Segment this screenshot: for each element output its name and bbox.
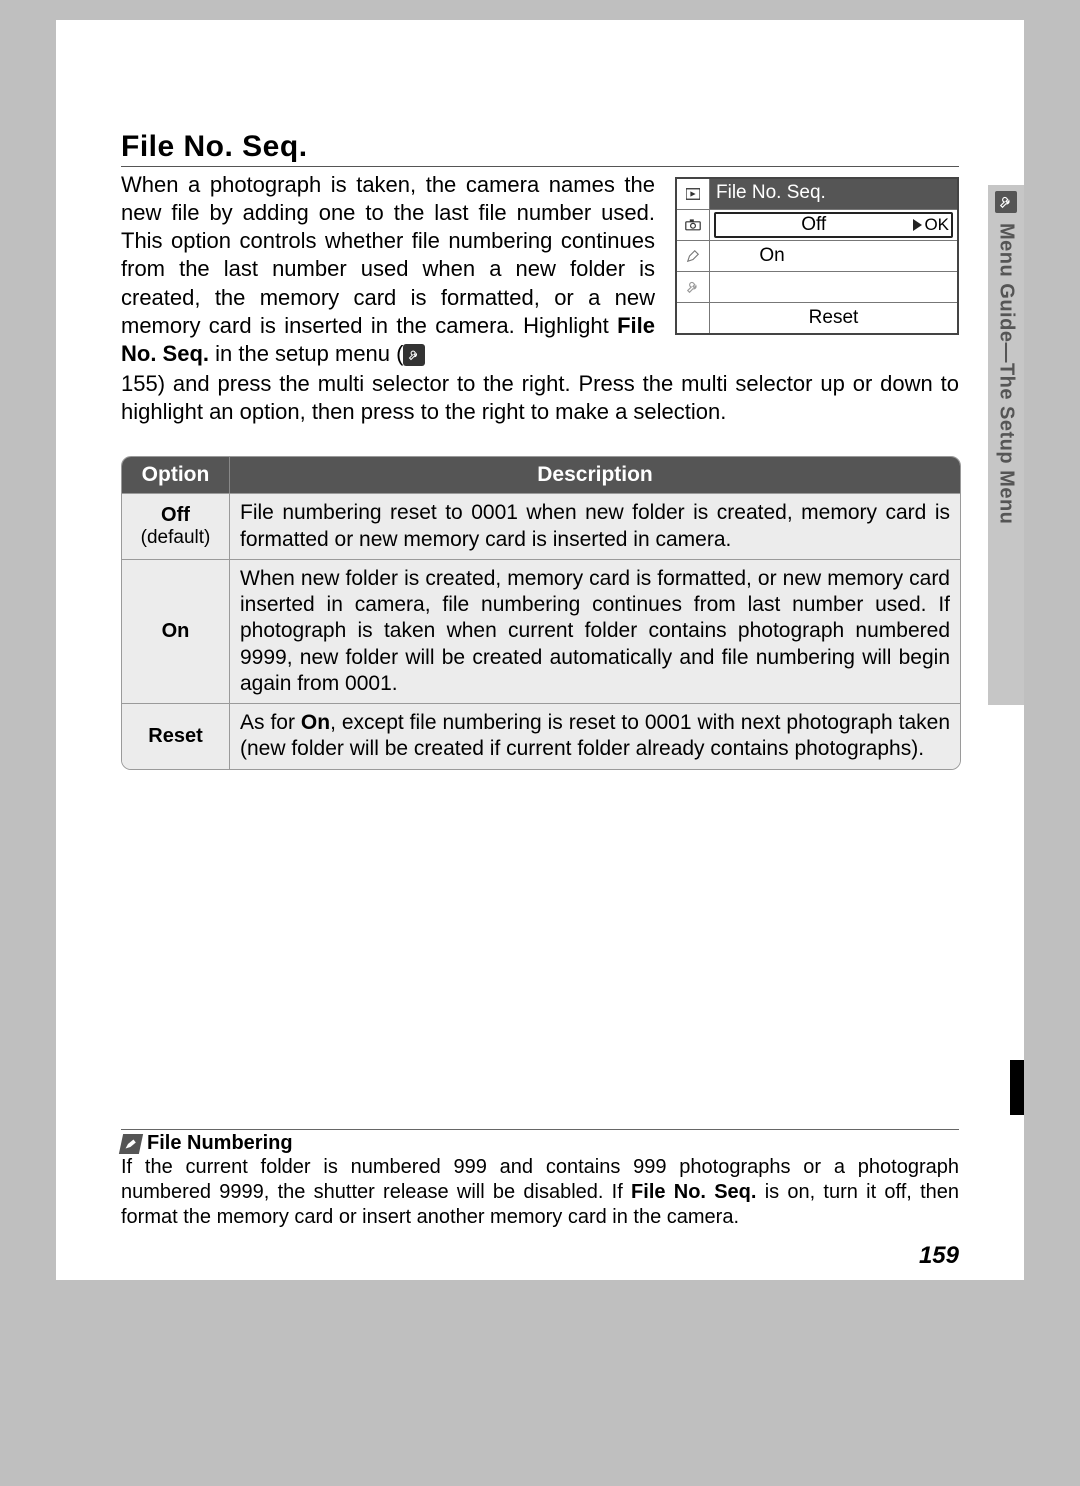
header-option: Option — [122, 457, 230, 493]
option-name: Reset — [148, 725, 202, 748]
playback-icon — [677, 179, 710, 209]
note-body: If the current folder is numbered 999 an… — [121, 1155, 959, 1230]
table-header: Option Description — [122, 457, 960, 493]
intro-paragraph: When a photograph is taken, the camera n… — [121, 171, 655, 368]
side-tab-label: Menu Guide—The Setup Menu — [995, 223, 1018, 524]
options-table: Option Description Off (default) File nu… — [121, 456, 961, 769]
triangle-right-icon — [913, 219, 922, 231]
option-desc: As for On, except file numbering is rese… — [230, 704, 960, 769]
table-row: Off (default) File numbering reset to 00… — [122, 493, 960, 559]
option-name: Off — [161, 504, 190, 527]
option-sub: (default) — [141, 527, 211, 549]
section-title: File No. Seq. — [121, 130, 959, 167]
camera-icon — [677, 210, 710, 240]
option-name: On — [162, 620, 190, 643]
lcd-ok-indicator: OK — [913, 215, 949, 235]
lcd-option-off: Off — [718, 214, 909, 236]
wrench-icon — [677, 272, 710, 302]
intro-text-c: in the setup menu ( — [209, 341, 403, 366]
lcd-ok-text: OK — [924, 215, 949, 235]
intro-text-a: When a photograph is taken, the camera n… — [121, 172, 655, 338]
wrench-icon — [995, 191, 1017, 213]
page-number: 159 — [919, 1242, 959, 1270]
table-row: Reset As for On, except file numbering i… — [122, 703, 960, 769]
option-desc: When new folder is created, memory card … — [230, 560, 960, 703]
lcd-title: File No. Seq. — [710, 179, 957, 209]
note-title: File Numbering — [121, 1129, 959, 1155]
table-row: On When new folder is created, memory ca… — [122, 559, 960, 703]
side-tab: Menu Guide—The Setup Menu — [988, 185, 1024, 705]
lcd-screenshot: File No. Seq. Off OK On — [675, 177, 959, 335]
header-description: Description — [230, 457, 960, 493]
note-section: File Numbering If the current folder is … — [121, 1129, 959, 1230]
lcd-option-reset: Reset — [714, 307, 953, 329]
intro-followup: 155) and press the multi selector to the… — [121, 370, 959, 426]
pencil-icon — [119, 1134, 143, 1154]
thumb-index-marker — [1010, 1060, 1024, 1115]
note-title-text: File Numbering — [147, 1132, 293, 1155]
lcd-option-on: On — [742, 245, 802, 267]
option-desc: File numbering reset to 0001 when new fo… — [230, 494, 960, 559]
pencil-icon — [677, 241, 710, 271]
manual-page: Menu Guide—The Setup Menu File No. Seq. … — [56, 20, 1024, 1280]
wrench-icon — [403, 344, 425, 366]
